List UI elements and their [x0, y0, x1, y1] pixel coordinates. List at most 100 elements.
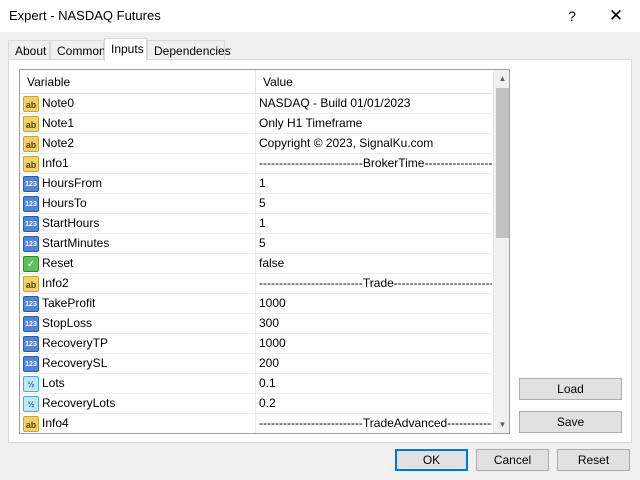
variable-cell[interactable]: 123 StartMinutes — [20, 234, 256, 254]
input-row[interactable]: ab Info1 --------------------------BrokerT… — [20, 154, 492, 174]
variable-cell[interactable]: ½ Lots — [20, 374, 256, 394]
input-row[interactable]: ab Info2 --------------------------Trade--… — [20, 274, 492, 294]
input-row[interactable]: ✓ Reset false — [20, 254, 492, 274]
variable-cell[interactable]: 123 RecoverySL — [20, 354, 256, 374]
integer-type-icon: 123 — [23, 236, 39, 252]
tab-dependencies[interactable]: Dependencies — [147, 40, 231, 60]
variable-cell[interactable]: 123 HoursFrom — [20, 174, 256, 194]
cancel-button[interactable]: Cancel — [476, 449, 549, 471]
input-row[interactable]: 123 TakeProfit 1000 — [20, 294, 492, 314]
integer-type-icon: 123 — [23, 316, 39, 332]
help-button[interactable]: ? — [560, 4, 584, 28]
tab-inputs[interactable]: Inputs — [104, 38, 147, 61]
variable-cell[interactable]: ab Note2 — [20, 134, 256, 154]
variable-cell[interactable]: ab Note1 — [20, 114, 256, 134]
tab-common[interactable]: Common — [50, 40, 106, 60]
variable-name: Reset — [42, 256, 74, 270]
variable-name: Info2 — [42, 276, 69, 290]
tab-about[interactable]: About — [8, 40, 50, 60]
variable-cell[interactable]: ½ RecoveryLots — [20, 394, 256, 414]
value-cell[interactable]: 0.1 — [256, 374, 492, 394]
variable-cell[interactable]: 123 RecoveryTP — [20, 334, 256, 354]
title-bar: Expert - NASDAQ Futures ? ✕ — [0, 0, 640, 32]
input-row[interactable]: ab Note1 Only H1 Timeframe — [20, 114, 492, 134]
integer-type-icon: 123 — [23, 296, 39, 312]
integer-type-icon: 123 — [23, 176, 39, 192]
string-type-icon: ab — [23, 136, 39, 152]
value-cell[interactable]: --------------------------BrokerTime----… — [256, 154, 492, 174]
variable-cell[interactable]: 123 TakeProfit — [20, 294, 256, 314]
variable-cell[interactable]: ✓ Reset — [20, 254, 256, 274]
variable-name: StopLoss — [42, 316, 93, 330]
value-cell[interactable]: Copyright © 2023, SignalKu.com — [256, 134, 492, 154]
variable-cell[interactable]: 123 StartHours — [20, 214, 256, 234]
integer-type-icon: 123 — [23, 216, 39, 232]
value-cell[interactable]: --------------------------TradeAdvanced-… — [256, 414, 492, 433]
scroll-up-arrow-icon[interactable]: ▲ — [494, 70, 509, 87]
input-row[interactable]: 123 StopLoss 300 — [20, 314, 492, 334]
input-row[interactable]: ½ RecoveryLots 0.2 — [20, 394, 492, 414]
variable-name: StartMinutes — [42, 236, 110, 250]
value-cell[interactable]: NASDAQ - Build 01/01/2023 — [256, 94, 492, 114]
value-cell[interactable]: --------------------------Trade---------… — [256, 274, 492, 294]
input-row[interactable]: 123 StartHours 1 — [20, 214, 492, 234]
string-type-icon: ab — [23, 276, 39, 292]
save-button[interactable]: Save — [519, 411, 622, 433]
variable-name: Note2 — [42, 136, 75, 150]
variable-cell[interactable]: ab Info2 — [20, 274, 256, 294]
column-header-value[interactable]: Value — [256, 70, 492, 94]
inputs-grid: Variable Value ab Note0 NASDAQ - Build 01/… — [19, 69, 510, 434]
variable-name: RecoveryTP — [42, 336, 109, 350]
value-cell[interactable]: 5 — [256, 234, 492, 254]
variable-cell[interactable]: ab Info1 — [20, 154, 256, 174]
variable-name: HoursFrom — [42, 176, 103, 190]
double-type-icon: ½ — [23, 376, 39, 392]
string-type-icon: ab — [23, 116, 39, 132]
variable-name: HoursTo — [42, 196, 87, 210]
variable-cell[interactable]: 123 HoursTo — [20, 194, 256, 214]
input-row[interactable]: ab Note0 NASDAQ - Build 01/01/2023 — [20, 94, 492, 114]
scroll-down-arrow-icon[interactable]: ▼ — [494, 416, 509, 433]
variable-cell[interactable]: ab Info4 — [20, 414, 256, 433]
input-row[interactable]: 123 HoursTo 5 — [20, 194, 492, 214]
input-row[interactable]: 123 HoursFrom 1 — [20, 174, 492, 194]
value-cell[interactable]: 300 — [256, 314, 492, 334]
value-cell[interactable]: 1 — [256, 214, 492, 234]
input-row[interactable]: 123 StartMinutes 5 — [20, 234, 492, 254]
integer-type-icon: 123 — [23, 356, 39, 372]
variable-name: RecoveryLots — [42, 396, 116, 410]
input-row[interactable]: ½ Lots 0.1 — [20, 374, 492, 394]
input-row[interactable]: ab Note2 Copyright © 2023, SignalKu.com — [20, 134, 492, 154]
variable-cell[interactable]: 123 StopLoss — [20, 314, 256, 334]
ok-button[interactable]: OK — [395, 449, 468, 471]
variable-cell[interactable]: ab Note0 — [20, 94, 256, 114]
scroll-thumb[interactable] — [496, 88, 509, 238]
vertical-scrollbar[interactable]: ▲ ▼ — [493, 70, 509, 433]
value-cell[interactable]: 200 — [256, 354, 492, 374]
value-cell[interactable]: 1000 — [256, 334, 492, 354]
value-cell[interactable]: false — [256, 254, 492, 274]
column-header-variable[interactable]: Variable — [20, 70, 256, 94]
variable-name: Note1 — [42, 116, 75, 130]
integer-type-icon: 123 — [23, 196, 39, 212]
string-type-icon: ab — [23, 96, 39, 112]
close-button[interactable]: ✕ — [600, 4, 632, 28]
grid-rows: ab Note0 NASDAQ - Build 01/01/2023 ab Note1 O… — [20, 94, 492, 433]
variable-name: TakeProfit — [42, 296, 96, 310]
reset-button[interactable]: Reset — [557, 449, 630, 471]
input-row[interactable]: ab Info4 --------------------------TradeAd… — [20, 414, 492, 433]
integer-type-icon: 123 — [23, 336, 39, 352]
value-cell[interactable]: 1000 — [256, 294, 492, 314]
value-cell[interactable]: Only H1 Timeframe — [256, 114, 492, 134]
value-cell[interactable]: 5 — [256, 194, 492, 214]
input-row[interactable]: 123 RecoveryTP 1000 — [20, 334, 492, 354]
value-cell[interactable]: 1 — [256, 174, 492, 194]
boolean-type-icon: ✓ — [23, 256, 39, 272]
variable-name: StartHours — [42, 216, 100, 230]
double-type-icon: ½ — [23, 396, 39, 412]
value-cell[interactable]: 0.2 — [256, 394, 492, 414]
input-row[interactable]: 123 RecoverySL 200 — [20, 354, 492, 374]
variable-name: Lots — [42, 376, 65, 390]
string-type-icon: ab — [23, 156, 39, 172]
load-button[interactable]: Load — [519, 378, 622, 400]
